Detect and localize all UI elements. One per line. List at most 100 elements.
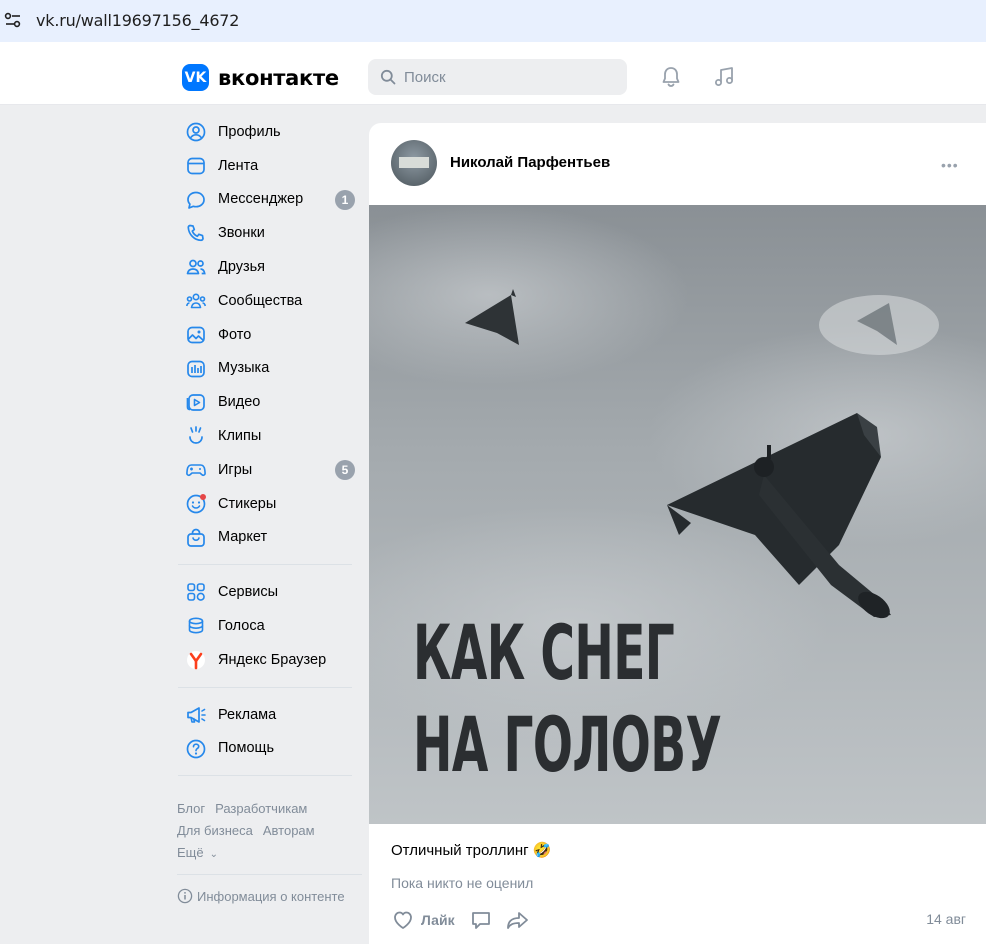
sidebar-item-news[interactable]: Лента (170, 149, 362, 183)
music-note-icon[interactable] (712, 65, 736, 89)
phone-icon (187, 225, 204, 242)
sidebar-item-label: Сообщества (218, 292, 303, 309)
like-button-label[interactable]: Лайк (421, 912, 455, 928)
sidebar-item-label: Профиль (218, 123, 281, 140)
photo-text-line-2: НА ГОЛОВУ (413, 700, 722, 789)
games-count-badge: 5 (335, 459, 355, 480)
sidebar-item-video[interactable]: Видео (170, 385, 362, 419)
footer-link-developers[interactable]: Разработчикам (215, 801, 307, 816)
vk-brand-name: вконтакте (218, 65, 339, 90)
post-date[interactable]: 14 авг (926, 911, 966, 927)
sidebar-item-label: Звонки (218, 225, 265, 242)
photo-overlay-text: КАК СНЕГ НА ГОЛОВУ (413, 607, 722, 791)
browser-address-bar: vk.ru/wall19697156_4672 (0, 0, 986, 42)
post-photo[interactable]: КАК СНЕГ НА ГОЛОВУ (369, 205, 986, 824)
market-icon (187, 528, 205, 547)
photo-icon (187, 326, 205, 344)
sidebar-item-label: Друзья (218, 259, 266, 276)
footer-link-more: Ещё (177, 845, 204, 860)
messenger-count-badge: 1 (335, 189, 355, 210)
author-avatar[interactable] (391, 140, 437, 186)
sidebar-item-label: Реклама (218, 706, 277, 723)
post-author-name[interactable]: Николай Парфентьев (450, 154, 610, 171)
video-icon (186, 394, 205, 412)
vk-header: VK вконтакте (0, 50, 986, 105)
sidebar-footer-links: Блог Разработчикам Для бизнеса Авторам Ещё… (177, 798, 362, 875)
games-icon (186, 464, 206, 477)
profile-icon (186, 122, 206, 142)
sidebar-divider (178, 564, 352, 566)
sidebar-divider (178, 686, 352, 688)
site-settings-icon[interactable] (4, 11, 22, 29)
sidebar-item-music[interactable]: Музыка (170, 352, 362, 386)
sidebar-item-ads[interactable]: Реклама (170, 698, 362, 732)
sidebar-item-label: Помощь (218, 740, 275, 757)
sidebar-item-friends[interactable]: Друзья (170, 250, 362, 284)
info-icon (177, 888, 193, 904)
news-icon (187, 157, 205, 175)
like-heart-icon[interactable] (391, 908, 415, 932)
vk-logo[interactable]: VK вконтакте (182, 64, 339, 91)
sidebar-item-label: Видео (218, 394, 261, 411)
sidebar-item-label: Яндекс Браузер (218, 651, 327, 668)
yandex-icon (187, 650, 205, 670)
wall-post: Николай Парфентьев ••• КАК СНЕГ НА ГОЛОВ… (369, 123, 986, 944)
vk-logo-icon: VK (182, 64, 209, 91)
post-likes-status: Пока никто не оценил (391, 875, 534, 891)
sidebar-item-label: Маркет (218, 529, 268, 546)
left-sidebar: Профиль Лента Мессенджер 1 Звонки Друзья… (170, 115, 362, 786)
sidebar-item-market[interactable]: Маркет (170, 521, 362, 555)
sidebar-item-profile[interactable]: Профиль (170, 115, 362, 149)
content-info-label: Информация о контенте (197, 888, 345, 904)
communities-icon (186, 293, 206, 309)
address-url[interactable]: vk.ru/wall19697156_4672 (36, 11, 239, 30)
photo-text-line-1: КАК СНЕГ (413, 608, 675, 697)
friends-icon (186, 259, 206, 275)
sidebar-item-votes[interactable]: Голоса (170, 609, 362, 643)
footer-link-authors[interactable]: Авторам (263, 823, 315, 838)
sidebar-item-help[interactable]: Помощь (170, 732, 362, 766)
share-icon[interactable] (505, 908, 531, 932)
header-left-strip (0, 50, 170, 104)
post-more-icon[interactable]: ••• (941, 157, 959, 173)
footer-link-business[interactable]: Для бизнеса (177, 823, 253, 838)
toolbar-separator (0, 42, 986, 50)
sidebar-item-clips[interactable]: Клипы (170, 419, 362, 453)
sidebar-item-communities[interactable]: Сообщества (170, 284, 362, 318)
sidebar-item-yandex-browser[interactable]: Яндекс Браузер (170, 643, 362, 677)
sidebar-item-label: Лента (218, 157, 259, 174)
sidebar-item-photo[interactable]: Фото (170, 318, 362, 352)
ads-icon (187, 706, 206, 723)
stickers-icon (186, 493, 206, 514)
avatar-image-detail (399, 157, 429, 168)
sidebar-item-calls[interactable]: Звонки (170, 216, 362, 250)
sidebar-item-services[interactable]: Сервисы (170, 575, 362, 609)
search-box[interactable] (368, 59, 627, 95)
content-info-link[interactable]: Информация о контенте (177, 888, 345, 904)
footer-more[interactable]: Ещё ⌄ (177, 842, 362, 866)
votes-icon (188, 617, 204, 634)
sidebar-item-label: Клипы (218, 428, 262, 445)
sidebar-item-label: Мессенджер (218, 191, 304, 208)
footer-link-blog[interactable]: Блог (177, 801, 205, 816)
search-input[interactable] (402, 67, 626, 87)
sidebar-item-label: Сервисы (218, 584, 279, 601)
sidebar-item-label: Игры (218, 461, 253, 478)
sidebar-item-messenger[interactable]: Мессенджер 1 (170, 183, 362, 217)
messenger-icon (187, 191, 205, 209)
music-icon (187, 360, 205, 377)
sidebar-item-label: Музыка (218, 360, 270, 377)
help-icon (186, 739, 206, 758)
sidebar-item-stickers[interactable]: Стикеры (170, 487, 362, 521)
bell-icon[interactable] (659, 65, 683, 89)
sidebar-divider (178, 775, 352, 777)
post-actions: Лайк (391, 906, 531, 934)
sidebar-item-games[interactable]: Игры 5 (170, 453, 362, 487)
clips-icon (189, 426, 203, 445)
search-icon (380, 69, 396, 85)
sidebar-item-label: Голоса (218, 618, 265, 635)
post-caption: Отличный троллинг 🤣 (391, 842, 552, 859)
sidebar-item-label: Фото (218, 326, 252, 343)
chevron-down-icon: ⌄ (209, 849, 218, 860)
comment-icon[interactable] (469, 908, 493, 932)
